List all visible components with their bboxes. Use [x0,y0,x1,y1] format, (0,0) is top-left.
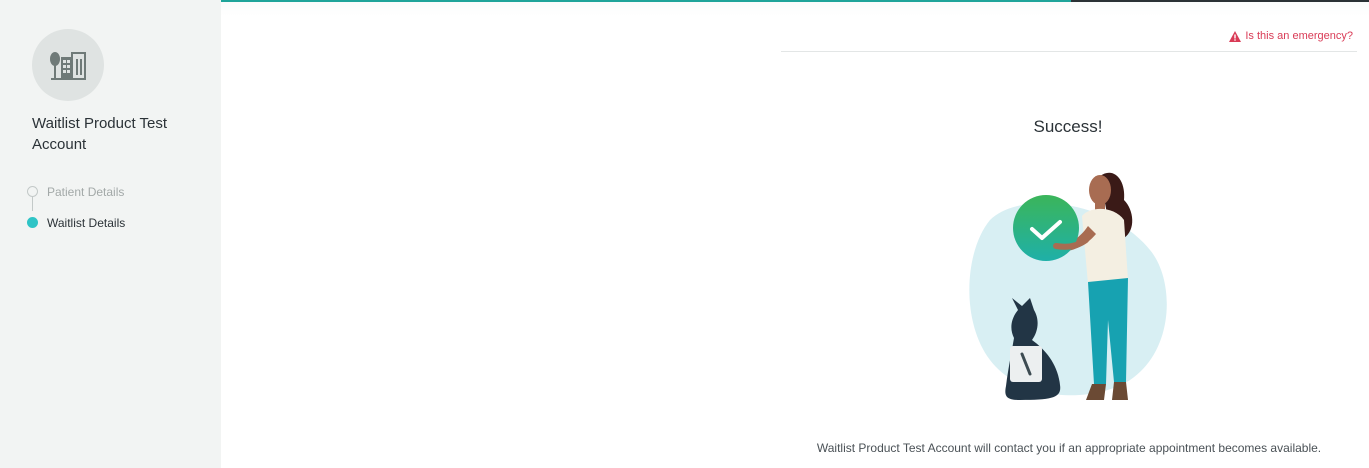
clinic-name: Waitlist Product Test Account [32,115,168,153]
success-illustration [960,160,1180,410]
success-message: Waitlist Product Test Account will conta… [816,441,1322,455]
success-title: Success! [1033,117,1103,136]
step-list: Patient Details Waitlist Details [27,176,217,238]
clinic-avatar [32,29,104,101]
step-indicator-icon [27,186,38,197]
clinic-building-icon [50,52,86,80]
warning-triangle-icon [1229,30,1242,42]
step-waitlist-details[interactable]: Waitlist Details [27,207,217,238]
success-check-circle [1013,195,1079,261]
step-indicator-icon [27,217,38,228]
emergency-link-label: Is this an emergency? [1245,30,1353,42]
header-divider [781,51,1357,52]
emergency-link[interactable]: Is this an emergency? [1229,30,1353,42]
step-label: Patient Details [47,184,125,199]
sidebar: Waitlist Product Test Account Patient De… [0,0,221,468]
step-label: Waitlist Details [47,215,126,230]
header-band [221,2,1369,16]
step-patient-details[interactable]: Patient Details [27,176,217,207]
